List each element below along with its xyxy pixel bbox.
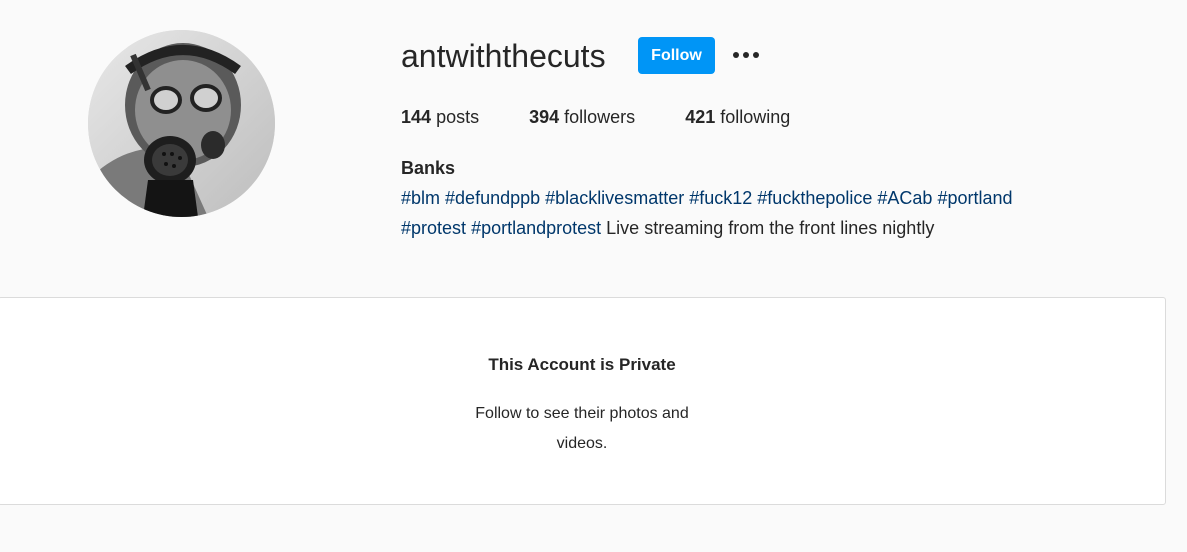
profile-bio: Banks #blm #defundppb #blacklivesmatter … <box>401 156 1121 243</box>
posts-count-label: posts <box>436 107 480 127</box>
private-account-notice: This Account is Private Follow to see th… <box>0 297 1166 505</box>
bio-name: Banks <box>401 158 456 178</box>
username: antwiththecuts <box>401 38 606 74</box>
hashtag-link[interactable]: #protest <box>401 218 466 238</box>
private-title: This Account is Private <box>488 355 676 374</box>
followers-count-value: 394 <box>529 107 560 127</box>
posts-count: 144 posts <box>401 105 479 129</box>
followers-count[interactable]: 394 followers <box>529 105 635 129</box>
following-count[interactable]: 421 following <box>685 105 790 129</box>
more-options-button[interactable] <box>730 44 762 66</box>
profile-stats: 144 posts 394 followers 421 following <box>401 105 790 129</box>
bio-description: Live streaming from the front lines nigh… <box>606 218 935 238</box>
hashtag-link[interactable]: #fuckthepolice <box>757 188 872 208</box>
hashtag-link[interactable]: #portland <box>937 188 1012 208</box>
more-options-icon <box>733 52 759 58</box>
hashtag-link[interactable]: #defundppb <box>445 188 540 208</box>
follow-button[interactable]: Follow <box>638 37 715 74</box>
bio-text: #blm #defundppb #blacklivesmatter #fuck1… <box>401 183 1121 243</box>
hashtag-link[interactable]: #fuck12 <box>689 188 752 208</box>
hashtag-link[interactable]: #blacklivesmatter <box>545 188 684 208</box>
followers-count-label: followers <box>564 107 636 127</box>
following-count-label: following <box>720 107 791 127</box>
avatar[interactable] <box>88 30 275 217</box>
profile-picture-icon <box>88 30 275 217</box>
following-count-value: 421 <box>685 107 716 127</box>
hashtag-link[interactable]: #ACab <box>877 188 932 208</box>
hashtag-link[interactable]: #portlandprotest <box>471 218 601 238</box>
hashtag-link[interactable]: #blm <box>401 188 440 208</box>
private-subtitle: Follow to see their photos and videos. <box>475 405 689 452</box>
posts-count-value: 144 <box>401 107 432 127</box>
profile-page: antwiththecuts Follow 144 posts 394 foll… <box>0 0 1187 552</box>
